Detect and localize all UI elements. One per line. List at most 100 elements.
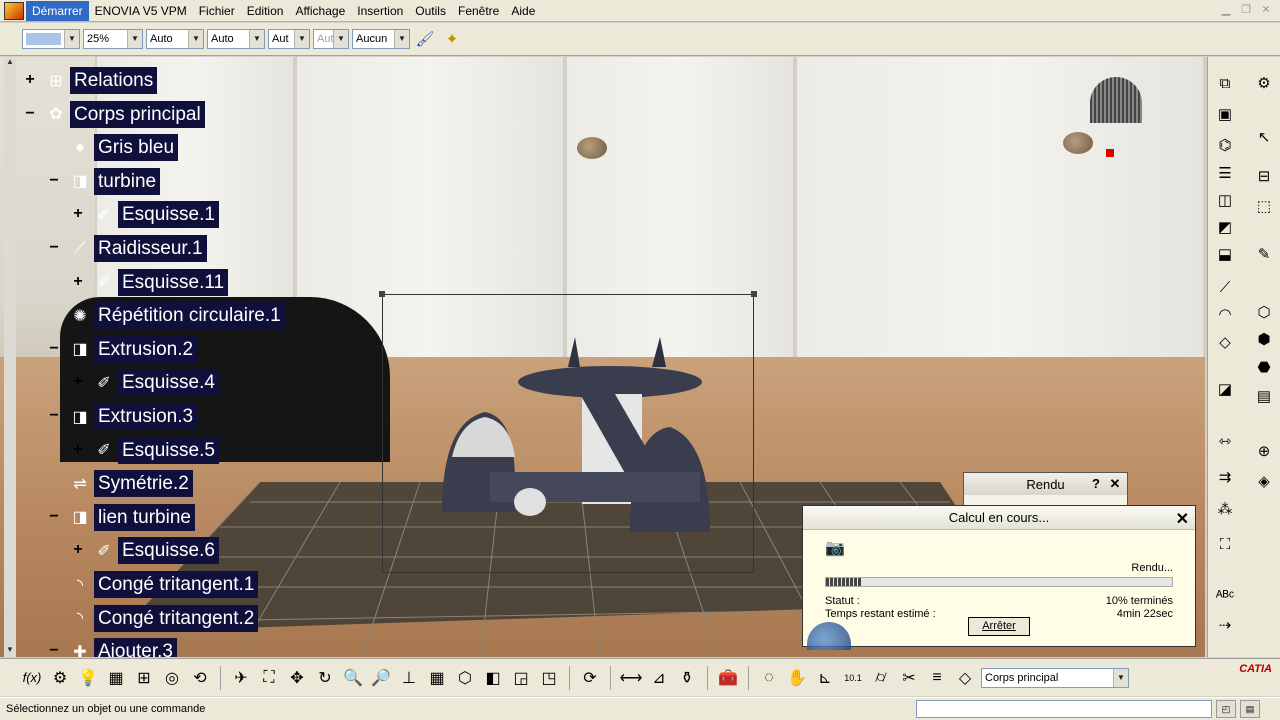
cycle-icon[interactable]: ◌	[757, 666, 781, 690]
tree-icon[interactable]: ⊞	[132, 666, 156, 690]
expand-icon[interactable]: +	[71, 273, 85, 289]
chevron-down-icon[interactable]: ▼	[64, 30, 79, 48]
iso-view-icon[interactable]: ⬢	[1252, 327, 1276, 351]
shaft-tool-icon[interactable]: ⌬	[1213, 133, 1237, 157]
zoom-in-icon[interactable]: 🔍	[341, 666, 365, 690]
shading-mode-icon[interactable]: ◧	[481, 666, 505, 690]
iso-view-icon[interactable]: ⬡	[453, 666, 477, 690]
tree-node[interactable]: + ✐ Esquisse.6	[73, 537, 219, 565]
tree-node-label[interactable]: Esquisse.4	[118, 369, 219, 397]
binary-icon[interactable]: 10.1	[841, 666, 865, 690]
pointer-icon[interactable]: ↖	[1252, 125, 1276, 149]
slot-tool-icon[interactable]: ⬚	[1252, 194, 1276, 218]
rendu-dialog-titlebar[interactable]: Rendu ? ✕	[964, 473, 1127, 495]
thickness-combo[interactable]: Auto ▼	[207, 29, 265, 49]
tree-node-label[interactable]: Extrusion.2	[94, 335, 198, 363]
catalog-icon[interactable]: ◎	[160, 666, 184, 690]
collapse-icon[interactable]: −	[47, 340, 61, 356]
edge-fillet-icon[interactable]: ◠	[1213, 302, 1237, 326]
mirror-tool-icon[interactable]: ⇿	[1213, 429, 1237, 453]
collapse-icon[interactable]: −	[47, 643, 61, 657]
tree-node-label[interactable]: turbine	[94, 167, 161, 195]
turbine-model[interactable]	[430, 332, 720, 542]
tree-node[interactable]: − ◨ Extrusion.2	[49, 335, 198, 363]
scale-tool-icon[interactable]: ⛶	[1213, 532, 1237, 556]
tree-node-label[interactable]: lien turbine	[94, 503, 195, 531]
close-window-icon[interactable]: ✕	[1258, 3, 1274, 17]
tree-node[interactable]: − ⟋ Raidisseur.1	[49, 235, 207, 262]
fly-mode-icon[interactable]: ✈	[229, 666, 253, 690]
command-input[interactable]	[916, 700, 1212, 718]
chevron-down-icon[interactable]: ▼	[188, 30, 203, 48]
tree-node[interactable]: + ⊞ Relations	[25, 67, 158, 94]
tree-node[interactable]: + ✐ Esquisse.11	[73, 268, 229, 296]
command-button-icon[interactable]: ◰	[1216, 700, 1236, 718]
tree-node[interactable]: + ✐ Esquisse.1	[73, 201, 219, 229]
apply-material-icon[interactable]: ✦	[440, 27, 464, 51]
tree-node[interactable]: + ✐ Esquisse.5	[73, 436, 219, 464]
tree-node[interactable]: − ◨ turbine	[49, 167, 161, 195]
solid-combine-icon[interactable]: ⬓	[1213, 242, 1237, 266]
collapse-icon[interactable]: −	[47, 172, 61, 188]
tree-node[interactable]: + ✐ Esquisse.4	[73, 369, 219, 397]
compass-widget[interactable]	[1085, 77, 1145, 157]
menu-fenetre[interactable]: Fenêtre	[452, 1, 505, 21]
hole-tool-icon[interactable]: ⊟	[1252, 164, 1276, 188]
analysis-icon[interactable]: ⟲	[188, 666, 212, 690]
stiffener-tool-icon[interactable]: ◩	[1213, 215, 1237, 239]
tree-node-label[interactable]: Congé tritangent.2	[94, 604, 259, 632]
close-icon[interactable]: ✕	[1176, 509, 1189, 529]
pan-icon[interactable]: ✥	[285, 666, 309, 690]
menu-demarrer[interactable]: Démarrer	[26, 0, 89, 21]
paint-brush-icon[interactable]: 🖌	[413, 27, 437, 51]
menu-fichier[interactable]: Fichier	[193, 1, 241, 21]
tree-node-label[interactable]: Gris bleu	[94, 134, 179, 162]
chevron-down-icon[interactable]: ▼	[1113, 668, 1128, 687]
chamfer-icon[interactable]: ◇	[1213, 330, 1237, 354]
tree-node-label[interactable]: Esquisse.5	[118, 436, 219, 464]
tree-node[interactable]: ◝ Congé tritangent.1	[69, 571, 259, 598]
measure-tool-icon[interactable]: ⇢	[1213, 613, 1237, 637]
tree-node[interactable]: ◝ Congé tritangent.2	[69, 604, 259, 632]
toolbox-icon[interactable]: 🧰	[716, 666, 740, 690]
pad-tool-icon[interactable]: ⧉	[1213, 71, 1237, 95]
knowledge-icon[interactable]: ⚙	[48, 666, 72, 690]
cylinder-icon[interactable]: ⌭	[869, 666, 893, 690]
fit-all-icon[interactable]: ⛶	[257, 666, 281, 690]
expand-icon[interactable]: +	[71, 206, 85, 222]
menu-edition[interactable]: Edition	[241, 1, 290, 21]
rib-tool-icon[interactable]: ◫	[1213, 188, 1237, 212]
scroll-up-icon[interactable]: ▲	[4, 57, 16, 69]
stop-button[interactable]: Arrêter	[968, 617, 1030, 636]
measure-item-icon[interactable]: ⊿	[647, 666, 671, 690]
tree-node[interactable]: − ◨ Extrusion.3	[49, 403, 198, 430]
tree-node-label[interactable]: Répétition circulaire.1	[94, 302, 285, 330]
scissors-icon[interactable]: ✂	[897, 666, 921, 690]
pattern-tool-icon[interactable]: ⇉	[1213, 465, 1237, 489]
collapse-icon[interactable]: −	[47, 508, 61, 524]
menu-aide[interactable]: Aide	[505, 1, 541, 21]
target-icon[interactable]: ⊕	[1252, 439, 1276, 463]
restore-icon[interactable]: ❐	[1238, 3, 1254, 17]
collapse-icon[interactable]: −	[47, 408, 61, 424]
tree-node[interactable]: ✺ Répétition circulaire.1	[69, 302, 285, 330]
plane-icon[interactable]: ◇	[953, 666, 977, 690]
expand-icon[interactable]: +	[23, 72, 37, 88]
tree-node-label[interactable]: Esquisse.1	[118, 201, 219, 229]
layer-combo[interactable]: Aut ▼	[313, 29, 349, 49]
zoom-out-icon[interactable]: 🔎	[369, 666, 393, 690]
collapse-icon[interactable]: −	[23, 105, 37, 121]
chevron-down-icon[interactable]: ▼	[294, 30, 309, 48]
tree-node-label[interactable]: Corps principal	[70, 100, 205, 128]
specification-tree[interactable]: + ⊞ Relations − ✿ Corps principal ● Gris bleu − ◨…	[0, 57, 300, 657]
minimize-icon[interactable]: ▁	[1218, 3, 1234, 17]
tree-scrollbar[interactable]: ▲ ▼	[4, 57, 16, 657]
linetype-combo[interactable]: Auto ▼	[146, 29, 204, 49]
tree-node[interactable]: − ✿ Corps principal	[25, 100, 205, 128]
cube-view-icon[interactable]: ⬡	[1252, 300, 1276, 324]
progress-dialog-titlebar[interactable]: Calcul en cours... ✕	[803, 506, 1195, 530]
multisection-icon[interactable]: ⟋	[1213, 275, 1237, 299]
table-icon[interactable]: ▦	[104, 666, 128, 690]
command-options-icon[interactable]: ▤	[1240, 700, 1260, 718]
rect-pattern-icon[interactable]: ⁂	[1213, 497, 1237, 521]
